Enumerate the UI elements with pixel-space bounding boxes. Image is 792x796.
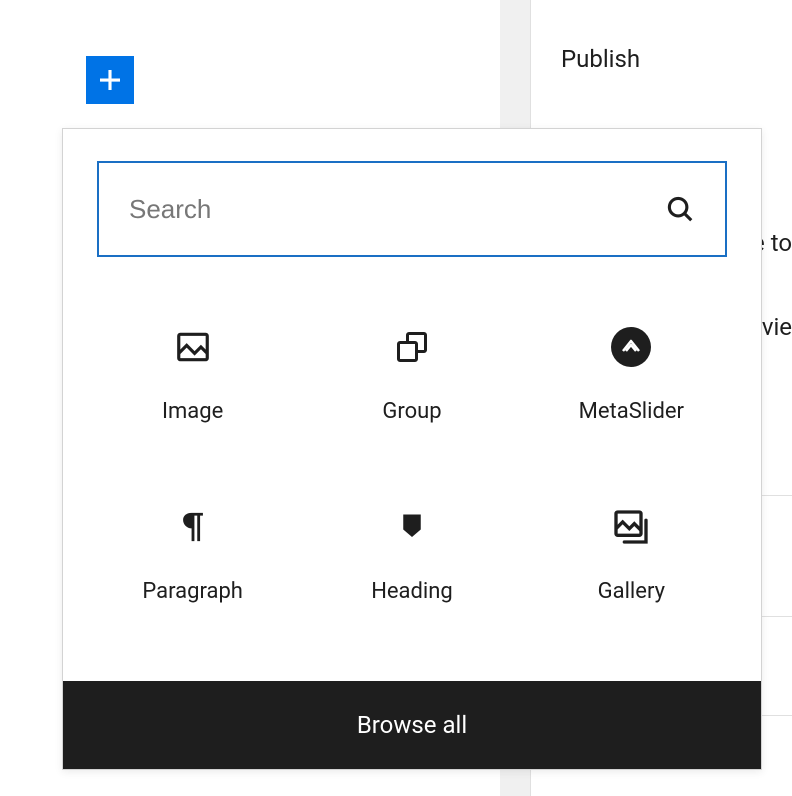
- block-label: Heading: [371, 579, 453, 604]
- block-label: MetaSlider: [579, 399, 684, 424]
- heading-icon: [392, 507, 432, 547]
- block-item-metaslider[interactable]: MetaSlider: [522, 285, 741, 465]
- block-item-image[interactable]: Image: [83, 285, 302, 465]
- image-icon: [173, 327, 213, 367]
- gallery-icon: [611, 507, 651, 547]
- browse-all-button[interactable]: Browse all: [63, 681, 761, 769]
- block-label: Gallery: [598, 579, 665, 604]
- add-block-button[interactable]: [86, 56, 134, 104]
- block-label: Group: [382, 399, 441, 424]
- metaslider-icon: [611, 327, 651, 367]
- block-item-gallery[interactable]: Gallery: [522, 465, 741, 645]
- blocks-grid: Image Group MetaSlider: [63, 257, 761, 645]
- block-label: Paragraph: [142, 579, 243, 604]
- publish-label[interactable]: Publish: [531, 0, 792, 118]
- paragraph-icon: [173, 507, 213, 547]
- search-input[interactable]: [129, 194, 665, 225]
- block-label: Image: [162, 399, 223, 424]
- group-icon: [392, 327, 432, 367]
- block-inserter-panel: Image Group MetaSlider: [62, 128, 762, 770]
- sidebar-truncated-text: vie: [762, 313, 792, 341]
- block-item-paragraph[interactable]: Paragraph: [83, 465, 302, 645]
- search-icon: [665, 194, 695, 224]
- block-item-heading[interactable]: Heading: [302, 465, 521, 645]
- search-box[interactable]: [97, 161, 727, 257]
- block-item-group[interactable]: Group: [302, 285, 521, 465]
- plus-icon: [95, 65, 125, 95]
